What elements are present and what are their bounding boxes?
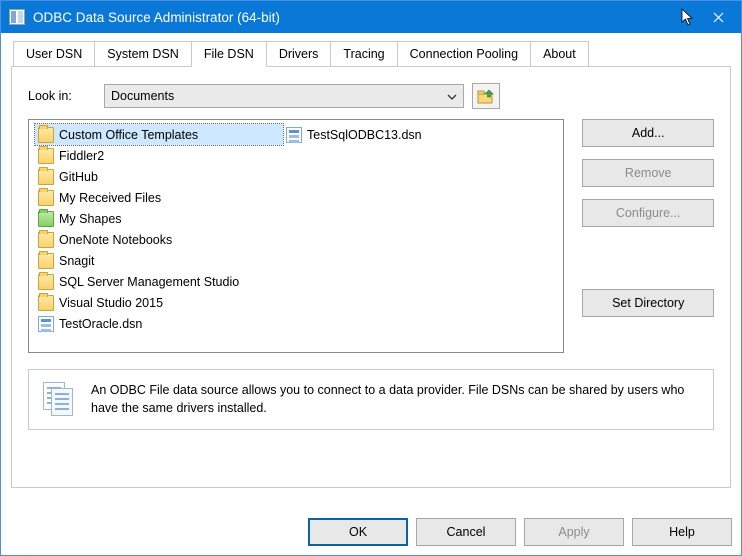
folder-icon	[38, 295, 54, 311]
folder-label: My Shapes	[59, 212, 122, 226]
chevron-down-icon	[447, 89, 457, 103]
folder-item[interactable]: Custom Office Templates	[35, 124, 283, 145]
folder-item[interactable]: My Received Files	[35, 187, 283, 208]
close-button[interactable]	[695, 1, 741, 33]
look-in-label: Look in:	[28, 89, 96, 103]
folder-icon	[38, 127, 54, 143]
tab-connection-pooling[interactable]: Connection Pooling	[398, 41, 531, 67]
dsn-file-icon	[286, 127, 302, 143]
file-item[interactable]: TestSqlODBC13.dsn	[283, 124, 531, 145]
dialog-body: User DSNSystem DSNFile DSNDriversTracing…	[1, 33, 741, 498]
close-icon	[713, 12, 724, 23]
configure-button: Configure...	[582, 199, 714, 227]
file-item[interactable]: TestOracle.dsn	[35, 313, 283, 334]
folder-item[interactable]: SQL Server Management Studio	[35, 271, 283, 292]
tab-strip: User DSNSystem DSNFile DSNDriversTracing…	[11, 41, 731, 66]
info-panel: An ODBC File data source allows you to c…	[28, 369, 714, 430]
folder-label: Snagit	[59, 254, 94, 268]
spacer	[582, 239, 714, 277]
folder-icon	[38, 274, 54, 290]
info-text: An ODBC File data source allows you to c…	[91, 382, 699, 417]
set-directory-button[interactable]: Set Directory	[582, 289, 714, 317]
up-folder-icon	[477, 88, 495, 104]
folder-icon	[38, 148, 54, 164]
app-icon	[9, 9, 25, 25]
tab-tracing[interactable]: Tracing	[331, 41, 397, 67]
look-in-value: Documents	[111, 89, 174, 103]
folder-item[interactable]: GitHub	[35, 166, 283, 187]
file-label: TestSqlODBC13.dsn	[307, 128, 422, 142]
dialog-buttons: OK Cancel Apply Help	[308, 518, 732, 546]
cancel-button[interactable]: Cancel	[416, 518, 516, 546]
folder-label: Fiddler2	[59, 149, 104, 163]
look-in-row: Look in: Documents	[28, 83, 714, 109]
info-icon	[43, 382, 77, 416]
look-in-combo[interactable]: Documents	[104, 84, 464, 108]
window-title: ODBC Data Source Administrator (64-bit)	[33, 10, 675, 25]
folder-special-icon	[38, 211, 54, 227]
folder-label: Visual Studio 2015	[59, 296, 163, 310]
folder-icon	[38, 169, 54, 185]
help-button[interactable]: Help	[632, 518, 732, 546]
folder-label: SQL Server Management Studio	[59, 275, 239, 289]
remove-button: Remove	[582, 159, 714, 187]
tab-panel-file-dsn: Look in: Documents Custom Office Templat…	[11, 66, 731, 488]
folder-item[interactable]: Fiddler2	[35, 145, 283, 166]
side-buttons: Add... Remove Configure... Set Directory	[582, 119, 714, 353]
ok-button[interactable]: OK	[308, 518, 408, 546]
folder-item[interactable]: Visual Studio 2015	[35, 292, 283, 313]
file-list[interactable]: Custom Office Templates Fiddler2 GitHub My …	[28, 119, 564, 353]
folder-item[interactable]: Snagit	[35, 250, 283, 271]
tab-about[interactable]: About	[531, 41, 589, 67]
tab-file-dsn[interactable]: File DSN	[192, 41, 267, 67]
tab-system-dsn[interactable]: System DSN	[95, 41, 192, 67]
up-folder-button[interactable]	[472, 83, 500, 109]
folder-icon	[38, 232, 54, 248]
folder-icon	[38, 253, 54, 269]
folder-label: Custom Office Templates	[59, 128, 198, 142]
titlebar: ODBC Data Source Administrator (64-bit)	[1, 1, 741, 33]
folder-icon	[38, 190, 54, 206]
file-label: TestOracle.dsn	[59, 317, 142, 331]
folder-label: OneNote Notebooks	[59, 233, 172, 247]
folder-item[interactable]: My Shapes	[35, 208, 283, 229]
main-row: Custom Office Templates Fiddler2 GitHub My …	[28, 119, 714, 353]
folder-label: My Received Files	[59, 191, 161, 205]
add-button[interactable]: Add...	[582, 119, 714, 147]
dsn-file-icon	[38, 316, 54, 332]
tab-user-dsn[interactable]: User DSN	[13, 41, 95, 67]
cursor-icon	[681, 8, 695, 29]
folder-item[interactable]: OneNote Notebooks	[35, 229, 283, 250]
apply-button: Apply	[524, 518, 624, 546]
tab-drivers[interactable]: Drivers	[267, 41, 332, 67]
folder-label: GitHub	[59, 170, 98, 184]
